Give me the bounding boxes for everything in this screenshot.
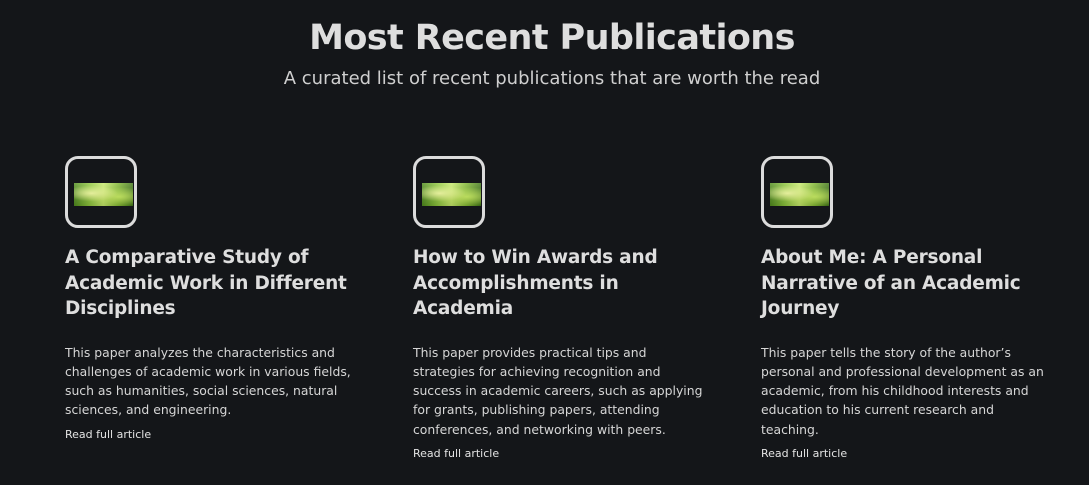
publication-thumbnail[interactable]: [761, 156, 833, 228]
publication-title[interactable]: About Me: A Personal Narrative of an Aca…: [761, 245, 1051, 322]
publication-card: A Comparative Study of Academic Work in …: [65, 156, 355, 443]
publication-description: This paper analyzes the characteristics …: [65, 344, 351, 418]
publication-title[interactable]: A Comparative Study of Academic Work in …: [65, 245, 355, 322]
publication-thumbnail[interactable]: [65, 156, 137, 228]
section-subheading: A curated list of recent publications th…: [283, 68, 821, 89]
read-full-article-link[interactable]: Read full article: [413, 446, 499, 462]
publication-title[interactable]: How to Win Awards and Accomplishments in…: [413, 245, 703, 322]
green-leaves-image: [770, 183, 829, 206]
section-heading: Most Recent Publications: [309, 18, 795, 58]
read-full-article-link[interactable]: Read full article: [65, 427, 151, 443]
publication-description: This paper tells the story of the author…: [761, 344, 1044, 437]
green-leaves-image: [74, 183, 133, 206]
publication-thumbnail[interactable]: [413, 156, 485, 228]
publication-card: About Me: A Personal Narrative of an Aca…: [761, 156, 1051, 462]
read-full-article-link[interactable]: Read full article: [761, 446, 847, 462]
publication-list: A Comparative Study of Academic Work in …: [65, 156, 1065, 460]
publication-card: How to Win Awards and Accomplishments in…: [413, 156, 703, 462]
publication-description: This paper provides practical tips and s…: [413, 344, 703, 437]
green-leaves-image: [422, 183, 481, 206]
publications-section: Most Recent Publications A curated list …: [0, 0, 1089, 485]
